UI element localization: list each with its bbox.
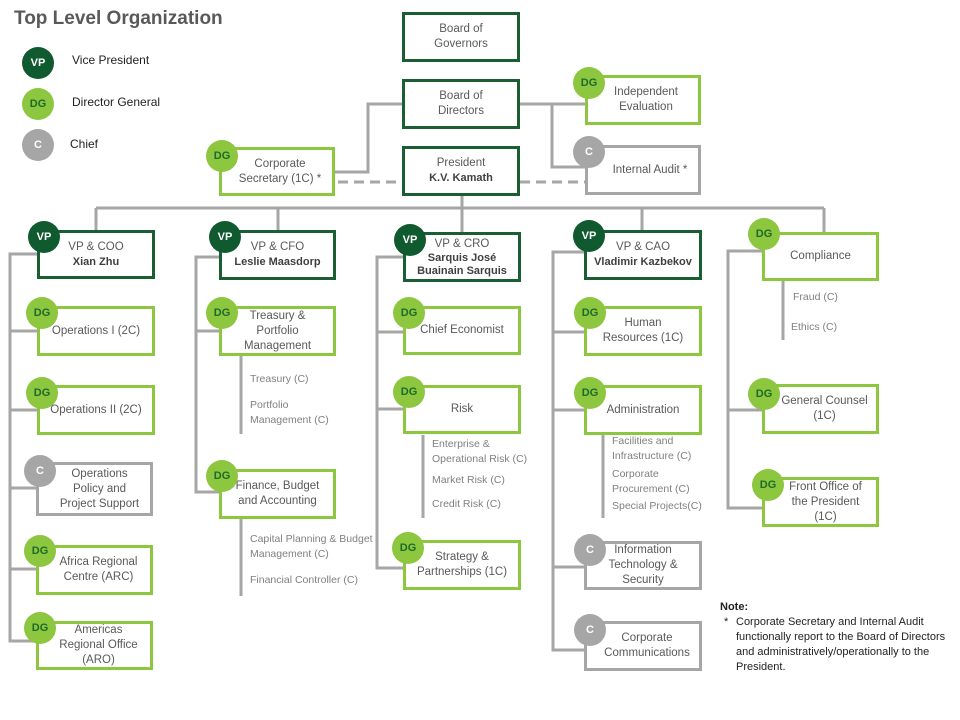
vp-cao-title: VP & CAO [615,241,671,253]
footnote-heading: Note: [720,601,749,613]
unit-risk-label: Risk [450,403,474,415]
independent-eval-dg-badge-icon: DG [573,67,605,99]
internal-audit-label: Internal Audit * [612,163,688,176]
sub-unit: Capital Planning & Budget Management (C) [250,533,373,560]
sub-unit: Financial Controller (C) [250,574,358,586]
unit-administration-label: Administration [606,403,680,416]
asterisk-icon: * [724,616,729,628]
unit-general-counsel-label: General Counsel (1C) [781,395,868,422]
strategy-dg-badge-icon: DG [392,532,424,564]
compliance-dg-badge-icon: DG [748,218,780,250]
president-name: K.V. Kamath [429,172,493,184]
dg-badge-icon: DG [22,88,54,120]
footnote-text: Corporate Secretary and Internal Audit f… [736,616,946,673]
sub-unit: Corporate Procurement (C) [612,468,690,495]
unit-operations-policy-label: Operations Policy and Project Support [59,467,140,510]
unit-human-resources-label: Human Resources (1C) [602,317,684,344]
sub-unit: Portfolio Management (C) [250,399,329,426]
unit-africa-regional-centre-label: Africa Regional Centre (ARC) [59,556,138,583]
internal-audit-chief-badge-icon: C [573,136,605,168]
hr-dg-badge-icon: DG [574,297,606,329]
opspolicy-chief-badge-icon: C [24,455,56,487]
vp-coo-name: Xian Zhu [72,255,120,268]
vp-cao-name: Vladimir Kazbekov [594,256,692,268]
corporate-secretary-label: Corporate Secretary (1C) * [238,157,322,185]
page-title: Top Level Organization [14,8,223,29]
cao-vp-badge-icon: VP [573,220,605,252]
coo-vp-badge-icon: VP [28,221,60,253]
unit-compliance-label: Compliance [790,250,851,262]
president[interactable]: President K.V. Kamath [402,146,520,196]
legend-label-chief: Chief [70,137,99,151]
legend-label-vp: Vice President [72,53,150,67]
unit-operations-1-label: Operations I (2C) [51,324,141,337]
sub-unit: Credit Risk (C) [432,498,501,510]
ops1-dg-badge-icon: DG [26,297,58,329]
admin-dg-badge-icon: DG [574,377,606,409]
unit-operations-2-label: Operations II (2C) [50,403,142,416]
ops2-dg-badge-icon: DG [26,377,58,409]
risk-dg-badge-icon: DG [393,376,425,408]
unit-chief-economist-label: Chief Economist [420,324,504,336]
treasury-dg-badge-icon: DG [206,297,238,329]
unit-information-technology-label: Information Technology & Security [608,544,678,586]
sub-unit: Ethics (C) [791,321,838,333]
unit-treasury-portfolio-label: Treasury & Portfolio Management [243,309,312,352]
board-of-governors[interactable]: Board of Governors [402,12,520,62]
legend-label-dg: Director General [72,95,161,109]
finance-dg-badge-icon: DG [206,460,238,492]
sub-unit: Facilities and Infrastructure (C) [612,435,692,462]
sub-unit: Enterprise & Operational Risk (C) [432,438,528,465]
unit-strategy-partnerships-label: Strategy & Partnerships (1C) [416,551,508,578]
vp-badge-icon: VP [22,47,54,79]
front-office-dg-badge-icon: DG [752,469,784,501]
independent-evaluation-label: Independent Evaluation [614,86,678,113]
board-of-directors-label: Board of Directors [437,90,484,117]
economist-dg-badge-icon: DG [393,297,425,329]
corp-secretary-dg-badge-icon: DG [206,140,238,172]
vp-coo-title: VP & COO [68,240,124,253]
vp-cro-title: VP & CRO [434,237,490,250]
footnote: Note: * Corporate Secretary and Internal… [720,600,955,675]
arc-dg-badge-icon: DG [24,535,56,567]
counsel-dg-badge-icon: DG [748,378,780,410]
unit-finance-budget-label: Finance, Budget and Accounting [235,480,320,507]
sub-unit: Special Projects(C) [612,500,702,512]
vp-cfo-title: VP & CFO [250,241,305,253]
cro-vp-badge-icon: VP [394,224,426,256]
sub-unit: Fraud (C) [793,291,838,303]
chief-badge-icon: C [22,129,54,161]
aro-dg-badge-icon: DG [24,612,56,644]
sub-unit: Treasury (C) [250,373,309,385]
unit-americas-regional-office-label: Americas Regional Office (ARO) [59,624,138,666]
vp-cro-name: Sarquis José Buainain Sarquis [417,251,507,277]
unit-corporate-communications-label: Corporate Communications [604,632,690,659]
president-title: President [436,157,486,169]
unit-compliance[interactable]: Compliance [762,232,879,281]
it-chief-badge-icon: C [574,534,606,566]
board-of-governors-label: Board of Governors [434,23,488,50]
board-of-directors[interactable]: Board of Directors [402,79,520,129]
vp-cfo-name: Leslie Maasdorp [234,256,321,268]
cfo-vp-badge-icon: VP [209,221,241,253]
connector-corp-secretary [334,102,404,174]
unit-front-office-president-label: Front Office of the President (1C) [789,480,862,523]
sub-unit: Market Risk (C) [432,474,505,486]
comms-chief-badge-icon: C [574,614,606,646]
